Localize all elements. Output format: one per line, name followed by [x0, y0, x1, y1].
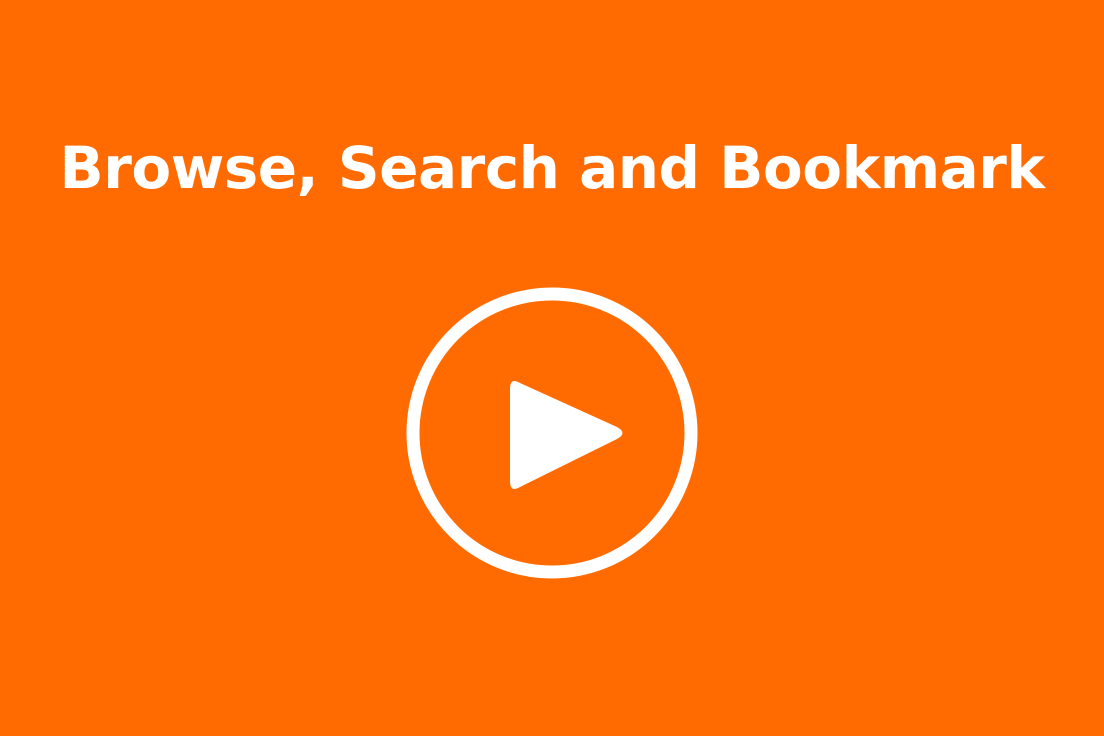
- play-button[interactable]: [404, 285, 700, 581]
- video-title: Browse, Search and Bookmark: [59, 134, 1045, 202]
- play-icon: [406, 287, 698, 579]
